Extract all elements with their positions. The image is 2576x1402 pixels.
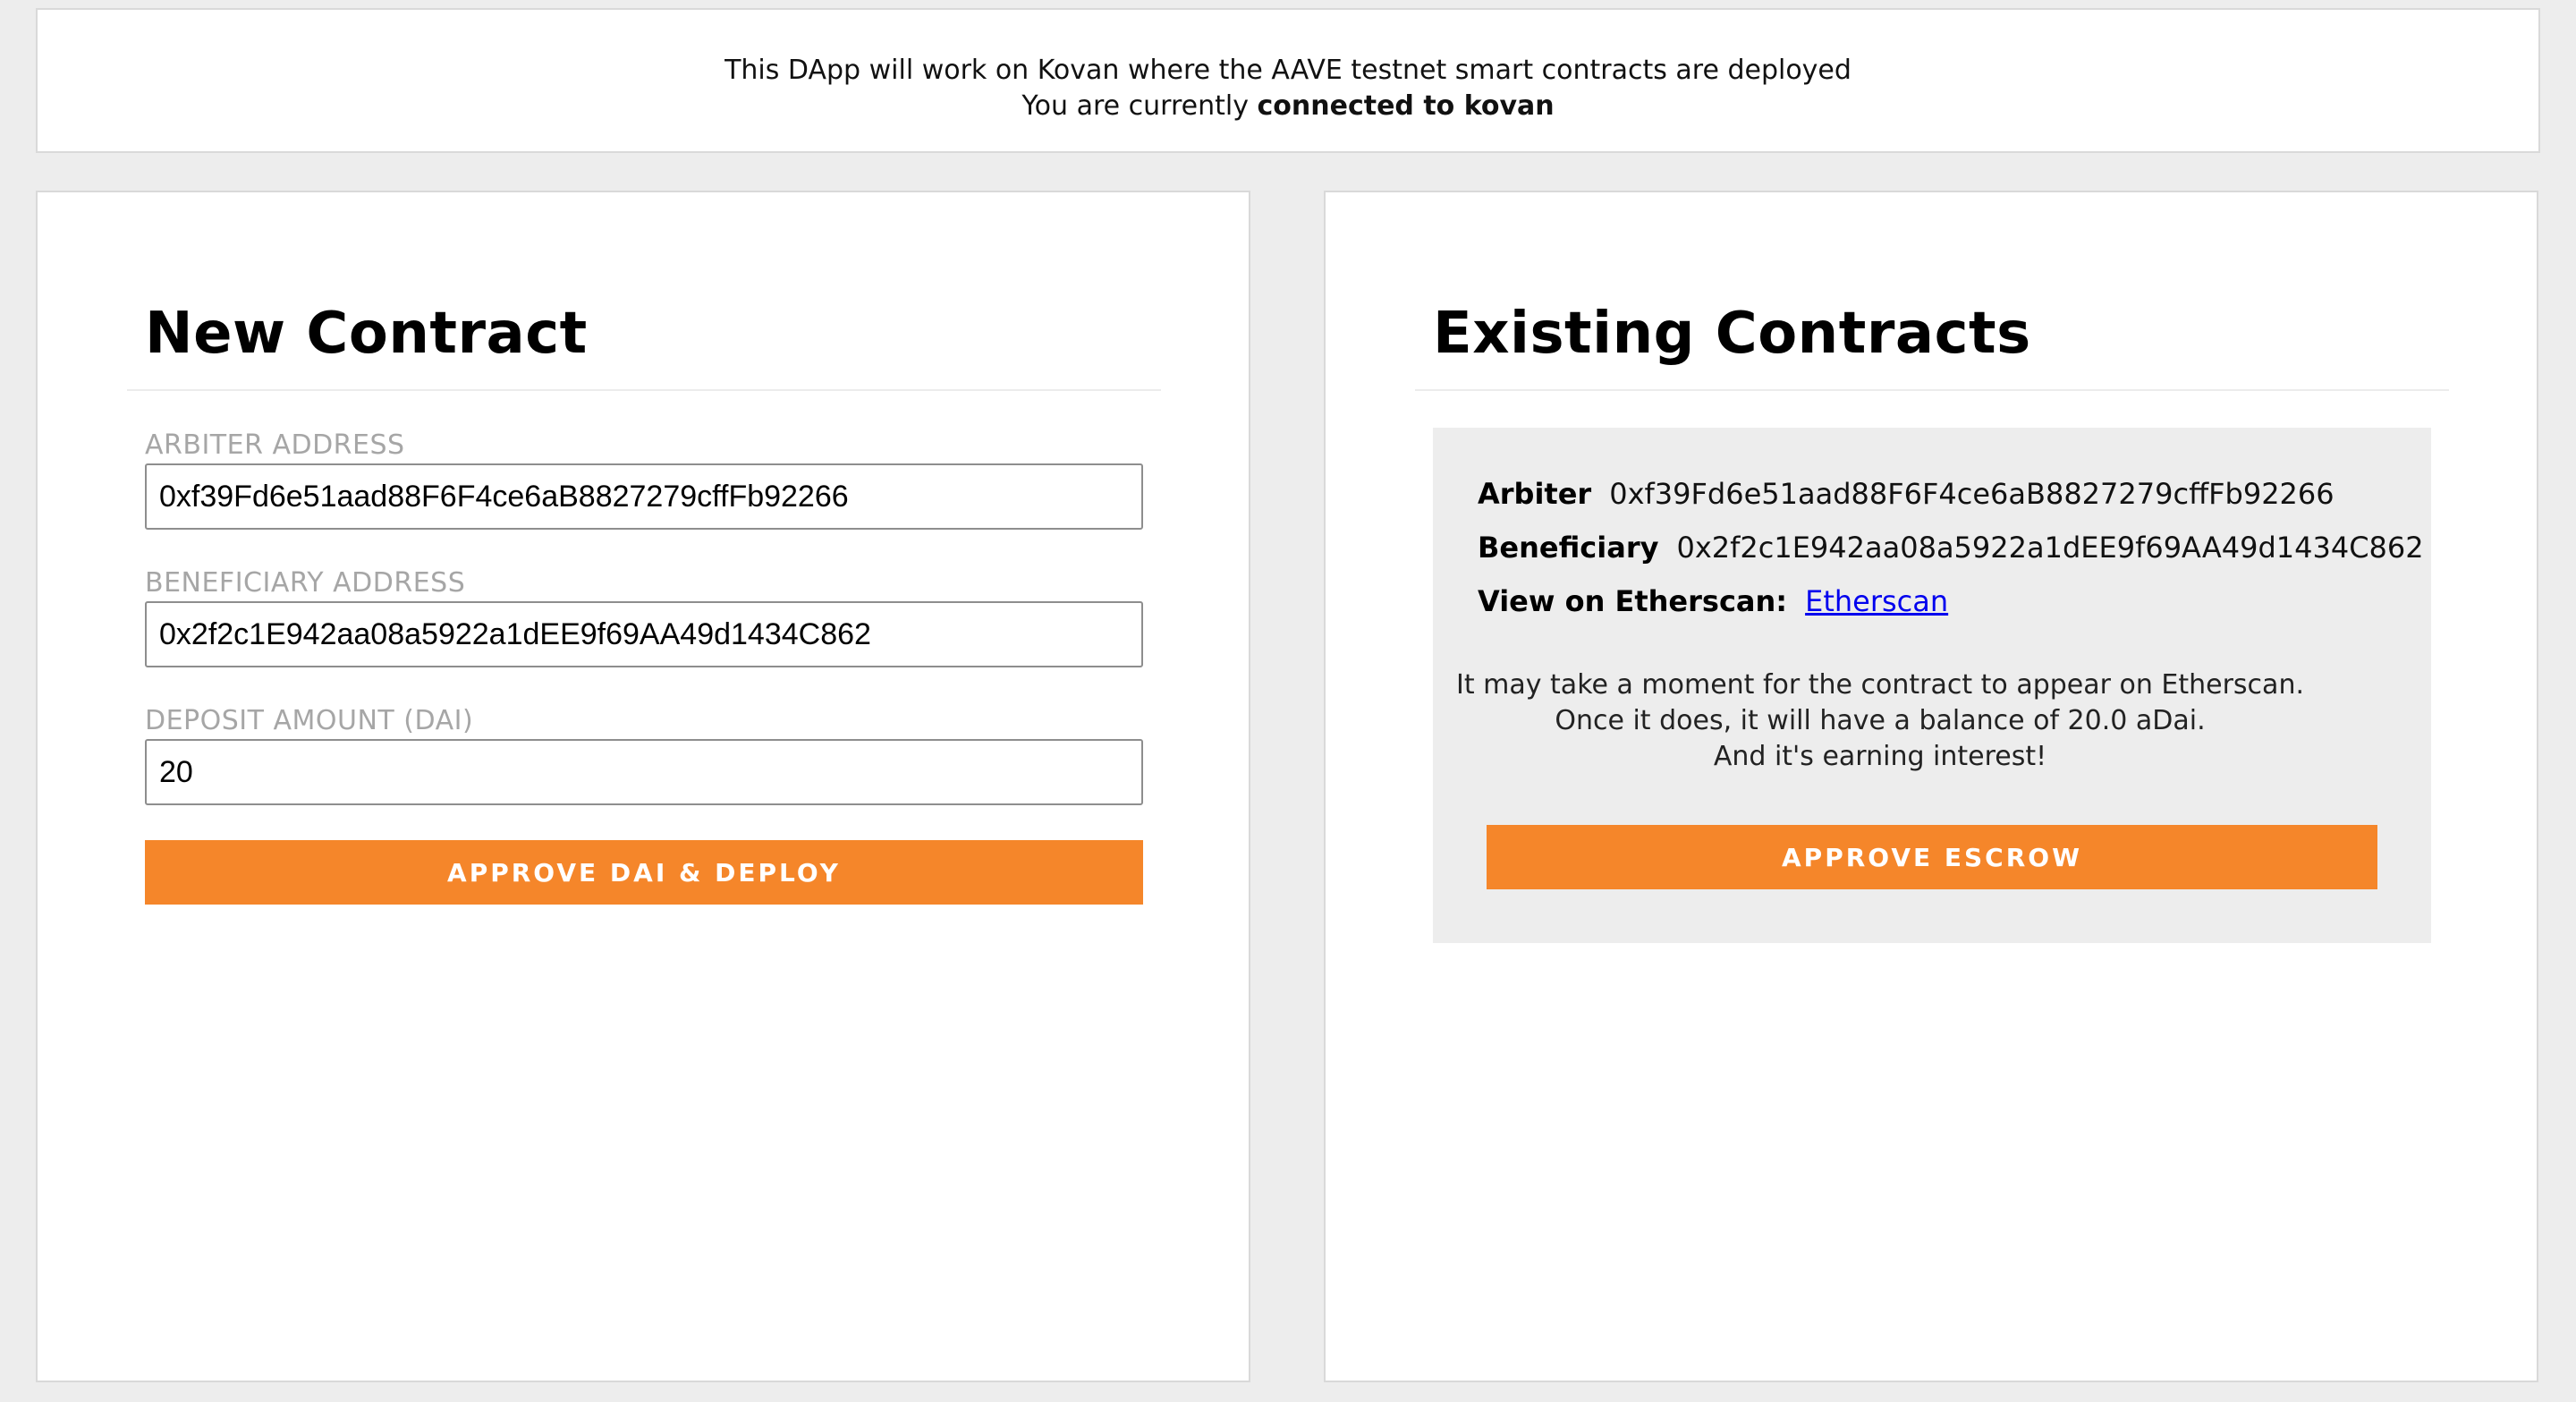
approve-escrow-button[interactable]: Approve Escrow: [1487, 825, 2377, 889]
beneficiary-address-label: Beneficiary Address: [145, 567, 466, 599]
beneficiary-label: Beneficiary: [1478, 531, 1659, 565]
beneficiary-value: 0x2f2c1E942aa08a5922a1dEE9f69AA49d1434C8…: [1676, 531, 2424, 565]
connection-status-value: connected to kovan: [1257, 90, 1555, 122]
etherscan-label: View on Etherscan:: [1478, 584, 1788, 618]
title-divider: [1415, 389, 2449, 391]
network-banner: This DApp will work on Kovan where the A…: [36, 8, 2540, 153]
deposit-amount-input[interactable]: [145, 739, 1143, 805]
existing-contract-card: Arbiter 0xf39Fd6e51aad88F6F4ce6aB8827279c…: [1433, 428, 2431, 943]
etherscan-link[interactable]: Etherscan: [1805, 584, 1948, 618]
arbiter-value: 0xf39Fd6e51aad88F6F4ce6aB8827279cffFb922…: [1609, 477, 2334, 511]
new-contract-title: New Contract: [145, 301, 588, 367]
arbiter-address-label: Arbiter Address: [145, 429, 405, 461]
beneficiary-address-input[interactable]: [145, 601, 1143, 667]
connection-status-prefix: You are currently: [1021, 90, 1258, 122]
network-info-text: This DApp will work on Kovan where the A…: [724, 55, 1852, 86]
arbiter-address-input[interactable]: [145, 463, 1143, 530]
contract-note: It may take a moment for the contract to…: [1433, 667, 2327, 775]
connection-status: You are currently connected to kovan: [38, 89, 2538, 124]
etherscan-row: View on Etherscan: Etherscan: [1478, 583, 1948, 619]
existing-contracts-panel: Existing Contracts Arbiter 0xf39Fd6e51aad…: [1324, 191, 2538, 1382]
note-line: And it's earning interest!: [1713, 741, 2047, 772]
new-contract-panel: New Contract Arbiter Address Beneficiary…: [36, 191, 1250, 1382]
arbiter-row: Arbiter 0xf39Fd6e51aad88F6F4ce6aB8827279c…: [1478, 476, 2334, 512]
arbiter-label: Arbiter: [1478, 477, 1592, 511]
approve-dai-deploy-button[interactable]: Approve DAI & Deploy: [145, 840, 1143, 905]
beneficiary-row: Beneficiary 0x2f2c1E942aa08a5922a1dEE9f69…: [1478, 530, 2424, 565]
note-line: Once it does, it will have a balance of …: [1555, 705, 2206, 736]
note-line: It may take a moment for the contract to…: [1456, 669, 2304, 701]
deposit-amount-label: Deposit Amount (DAI): [145, 705, 474, 736]
existing-contracts-title: Existing Contracts: [1433, 301, 2031, 367]
title-divider: [127, 389, 1161, 391]
